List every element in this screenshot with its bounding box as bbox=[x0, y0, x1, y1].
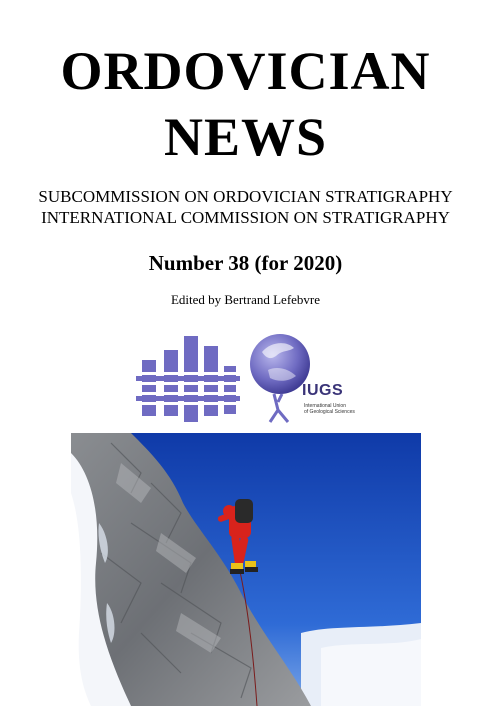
title-line-2: NEWS bbox=[163, 107, 328, 167]
issue-number: Number 38 (for 2020) bbox=[148, 251, 343, 275]
climber-on-rock-ridge-photo bbox=[71, 433, 421, 706]
sos-columns-icon bbox=[136, 336, 240, 422]
sos-columns-logo bbox=[136, 336, 240, 422]
iugs-fullname: International Union of Geological Scienc… bbox=[304, 403, 364, 415]
cover-photo bbox=[71, 433, 421, 706]
iugs-logo: IUGS International Union of Geological S… bbox=[248, 332, 360, 424]
title-line-1: ORDOVICIAN bbox=[60, 41, 431, 101]
commission-line: INTERNATIONAL COMMISSION ON STRATIGRAPHY bbox=[41, 208, 450, 227]
iugs-sub-line-2: of Geological Sciences bbox=[304, 409, 355, 415]
editor-line: Edited by Bertrand Lefebvre bbox=[170, 292, 321, 307]
iugs-abbr: IUGS bbox=[302, 382, 344, 399]
subcommission-line: SUBCOMMISSION ON ORDOVICIAN STRATIGRAPHY bbox=[38, 187, 453, 206]
